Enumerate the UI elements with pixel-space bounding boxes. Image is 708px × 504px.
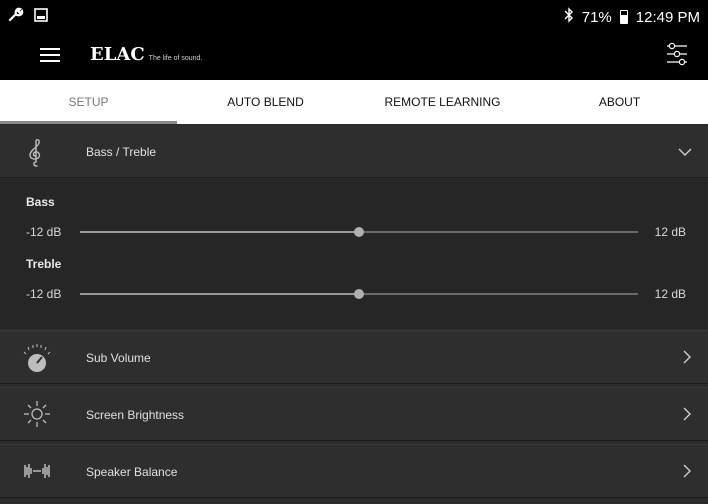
- bass-min-label: -12 dB: [26, 225, 62, 239]
- equalizer-settings-icon[interactable]: [666, 42, 688, 66]
- treble-clef-icon: [26, 138, 46, 173]
- speaker-balance-icon: [22, 456, 52, 491]
- clock: 12:49 PM: [635, 8, 700, 26]
- speaker-balance-row[interactable]: Speaker Balance: [0, 444, 708, 498]
- chevron-right-icon[interactable]: [682, 464, 692, 483]
- menu-icon[interactable]: [40, 48, 60, 62]
- treble-min-label: -12 dB: [26, 287, 62, 301]
- battery-icon: [619, 10, 628, 24]
- bass-slider[interactable]: [80, 227, 638, 237]
- treble-label: Treble: [26, 257, 62, 271]
- brand-tagline: The life of sound.: [148, 55, 203, 62]
- brand-logo: ELAC The life of sound.: [90, 44, 202, 65]
- bluetooth-icon: [564, 7, 574, 27]
- image-icon: [34, 8, 48, 27]
- tab-setup[interactable]: SETUP: [0, 80, 177, 124]
- screen-brightness-row[interactable]: Screen Brightness: [0, 387, 708, 441]
- sub-volume-label: Sub Volume: [86, 351, 151, 365]
- bass-label: Bass: [26, 195, 55, 209]
- tab-remote-learning[interactable]: REMOTE LEARNING: [354, 80, 531, 124]
- chevron-right-icon[interactable]: [682, 350, 692, 369]
- bass-slider-thumb[interactable]: [354, 227, 364, 237]
- treble-slider-fill: [80, 293, 359, 295]
- treble-slider-thumb[interactable]: [354, 289, 364, 299]
- bass-treble-title: Bass / Treble: [86, 145, 157, 159]
- chevron-right-icon[interactable]: [682, 407, 692, 426]
- treble-max-label: 12 dB: [654, 287, 686, 301]
- bass-treble-header[interactable]: Bass / Treble: [0, 126, 708, 178]
- treble-slider[interactable]: [80, 289, 638, 299]
- chevron-down-icon[interactable]: [678, 144, 692, 162]
- bass-slider-fill: [80, 231, 359, 233]
- wrench-icon: [8, 7, 24, 28]
- speaker-balance-label: Speaker Balance: [86, 465, 178, 479]
- status-bar: 71% 12:49 PM: [0, 0, 708, 32]
- bass-max-label: 12 dB: [654, 225, 686, 239]
- screen-brightness-label: Screen Brightness: [86, 408, 185, 422]
- volume-knob-icon: [22, 342, 52, 379]
- tab-auto-blend[interactable]: AUTO BLEND: [177, 80, 354, 124]
- app-bar: ELAC The life of sound.: [0, 32, 708, 80]
- tab-bar: SETUP AUTO BLEND REMOTE LEARNING ABOUT: [0, 80, 708, 124]
- sub-volume-row[interactable]: Sub Volume: [0, 330, 708, 384]
- battery-percent: 71%: [581, 8, 612, 26]
- brand-name: ELAC: [90, 44, 145, 65]
- tab-about[interactable]: ABOUT: [531, 80, 708, 124]
- bass-treble-panel: Bass -12 dB 12 dB Treble -12 dB 12 dB: [0, 179, 708, 329]
- brightness-icon: [22, 399, 52, 434]
